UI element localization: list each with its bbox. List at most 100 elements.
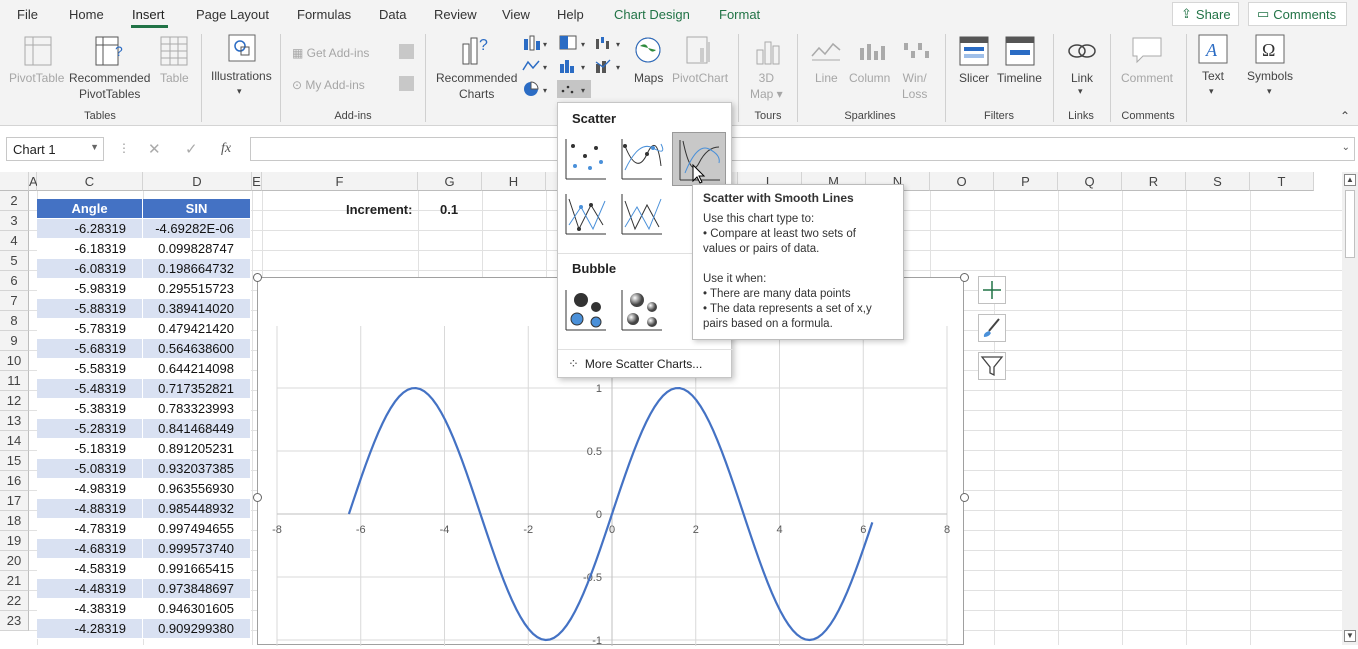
sin-cell[interactable]: 0.644214098: [143, 359, 251, 379]
tab-insert[interactable]: Insert: [132, 7, 165, 22]
sin-cell[interactable]: 0.841468449: [143, 419, 251, 439]
angle-cell[interactable]: -4.48319: [37, 579, 143, 599]
row-header-15[interactable]: 15: [0, 451, 29, 471]
tab-view[interactable]: View: [502, 7, 530, 22]
scatter-smooth-lines-option[interactable]: [672, 132, 726, 186]
tab-format[interactable]: Format: [719, 7, 760, 22]
comments-button[interactable]: ▭ Comments: [1248, 2, 1347, 26]
pie-chart-icon[interactable]: ▾: [522, 81, 550, 97]
sin-cell[interactable]: 0.389414020: [143, 299, 251, 319]
scatter-chart-button[interactable]: ▾: [557, 80, 591, 98]
row-header-5[interactable]: 5: [0, 251, 29, 271]
column-header-q[interactable]: Q: [1058, 172, 1122, 191]
tab-file[interactable]: File: [17, 7, 38, 22]
angle-cell[interactable]: -5.98319: [37, 279, 143, 299]
insert-function-icon[interactable]: fx: [221, 141, 231, 157]
tab-data[interactable]: Data: [379, 7, 406, 22]
symbols-button[interactable]: Symbols: [1247, 68, 1293, 84]
column-header-s[interactable]: S: [1186, 172, 1250, 191]
column-header-o[interactable]: O: [930, 172, 994, 191]
tab-help[interactable]: Help: [557, 7, 584, 22]
row-header-14[interactable]: 14: [0, 431, 29, 451]
resize-handle[interactable]: [960, 273, 969, 282]
winloss-sparkline-button[interactable]: Win/Loss: [902, 70, 927, 102]
share-button[interactable]: ⇪ Share: [1172, 2, 1239, 26]
vertical-scrollbar[interactable]: ▲ ▼: [1342, 172, 1358, 645]
sin-cell[interactable]: 0.932037385: [143, 459, 251, 479]
angle-cell[interactable]: -5.78319: [37, 319, 143, 339]
formula-input[interactable]: ⌄: [250, 137, 1355, 161]
scatter-straight-markers-icon[interactable]: [563, 191, 609, 237]
row-header-20[interactable]: 20: [0, 551, 29, 571]
angle-cell[interactable]: -5.18319: [37, 439, 143, 459]
my-addins-button[interactable]: ⊙ My Add-ins: [292, 77, 365, 93]
tab-page-layout[interactable]: Page Layout: [196, 7, 269, 22]
line-chart-icon[interactable]: ▾: [522, 58, 550, 74]
chart-elements-button[interactable]: [978, 276, 1006, 304]
line-sparkline-button[interactable]: Line: [815, 70, 838, 86]
column-header-r[interactable]: R: [1122, 172, 1186, 191]
sin-cell[interactable]: 0.564638600: [143, 339, 251, 359]
row-header-9[interactable]: 9: [0, 331, 29, 351]
row-header-11[interactable]: 11: [0, 371, 29, 391]
scroll-thumb[interactable]: [1345, 190, 1355, 258]
column-header-g[interactable]: G: [418, 172, 482, 191]
resize-handle[interactable]: [253, 493, 262, 502]
row-header-8[interactable]: 8: [0, 311, 29, 331]
angle-cell[interactable]: -5.58319: [37, 359, 143, 379]
sin-cell[interactable]: 0.099828747: [143, 239, 251, 259]
column-chart-icon[interactable]: ▾: [522, 35, 550, 51]
resize-handle[interactable]: [960, 493, 969, 502]
pivottable-button[interactable]: PivotTable: [9, 70, 64, 86]
name-box[interactable]: Chart 1 ▼: [6, 137, 104, 161]
tab-chart-design[interactable]: Chart Design: [614, 7, 690, 22]
scatter-markers-icon[interactable]: [563, 136, 609, 182]
row-header-19[interactable]: 19: [0, 531, 29, 551]
angle-cell[interactable]: -5.38319: [37, 399, 143, 419]
table-button[interactable]: Table: [160, 70, 189, 86]
column-header-p[interactable]: P: [994, 172, 1058, 191]
sin-cell[interactable]: 0.295515723: [143, 279, 251, 299]
tab-home[interactable]: Home: [69, 7, 104, 22]
sin-cell[interactable]: 0.909299380: [143, 619, 251, 639]
waterfall-chart-icon[interactable]: ▾: [595, 35, 625, 51]
table-header-angle[interactable]: Angle: [37, 199, 143, 219]
sin-cell[interactable]: 0.985448932: [143, 499, 251, 519]
3d-map-button[interactable]: 3D Map ▾: [750, 70, 783, 102]
increment-value[interactable]: 0.1: [440, 202, 458, 217]
bubble-icon[interactable]: [563, 287, 609, 333]
scatter-straight-lines-icon[interactable]: [619, 191, 665, 237]
column-header-d[interactable]: D: [143, 172, 252, 191]
column-header-f[interactable]: F: [262, 172, 418, 191]
tab-review[interactable]: Review: [434, 7, 477, 22]
chart-filters-button[interactable]: [978, 352, 1006, 380]
slicer-button[interactable]: Slicer: [959, 70, 989, 86]
row-header-16[interactable]: 16: [0, 471, 29, 491]
recommended-charts-button[interactable]: Recommended Charts: [436, 70, 517, 102]
column-sparkline-button[interactable]: Column: [849, 70, 890, 86]
angle-cell[interactable]: -4.88319: [37, 499, 143, 519]
sin-cell[interactable]: 0.973848697: [143, 579, 251, 599]
more-scatter-charts-link[interactable]: ⁘ More Scatter Charts...: [568, 356, 728, 374]
sin-cell[interactable]: 0.991665415: [143, 559, 251, 579]
text-button[interactable]: Text: [1202, 68, 1224, 84]
angle-cell[interactable]: -4.28319: [37, 619, 143, 639]
column-header-e[interactable]: E: [252, 172, 262, 191]
row-header-2[interactable]: 2: [0, 191, 29, 211]
angle-cell[interactable]: -5.48319: [37, 379, 143, 399]
row-header-6[interactable]: 6: [0, 271, 29, 291]
angle-cell[interactable]: -4.78319: [37, 519, 143, 539]
sin-cell[interactable]: 0.717352821: [143, 379, 251, 399]
angle-cell[interactable]: -6.08319: [37, 259, 143, 279]
column-header-t[interactable]: T: [1250, 172, 1314, 191]
get-addins-button[interactable]: ▦ Get Add-ins: [292, 45, 369, 61]
collapse-ribbon-icon[interactable]: ⌃: [1340, 108, 1350, 124]
row-header-21[interactable]: 21: [0, 571, 29, 591]
hierarchy-chart-icon[interactable]: ▾: [559, 35, 589, 51]
combo-chart-icon[interactable]: ▾: [595, 58, 625, 74]
illustrations-button[interactable]: Illustrations: [211, 68, 272, 84]
row-header-10[interactable]: 10: [0, 351, 29, 371]
row-header-3[interactable]: 3: [0, 211, 29, 231]
sin-cell[interactable]: 0.783323993: [143, 399, 251, 419]
scroll-up-icon[interactable]: ▲: [1344, 174, 1356, 186]
